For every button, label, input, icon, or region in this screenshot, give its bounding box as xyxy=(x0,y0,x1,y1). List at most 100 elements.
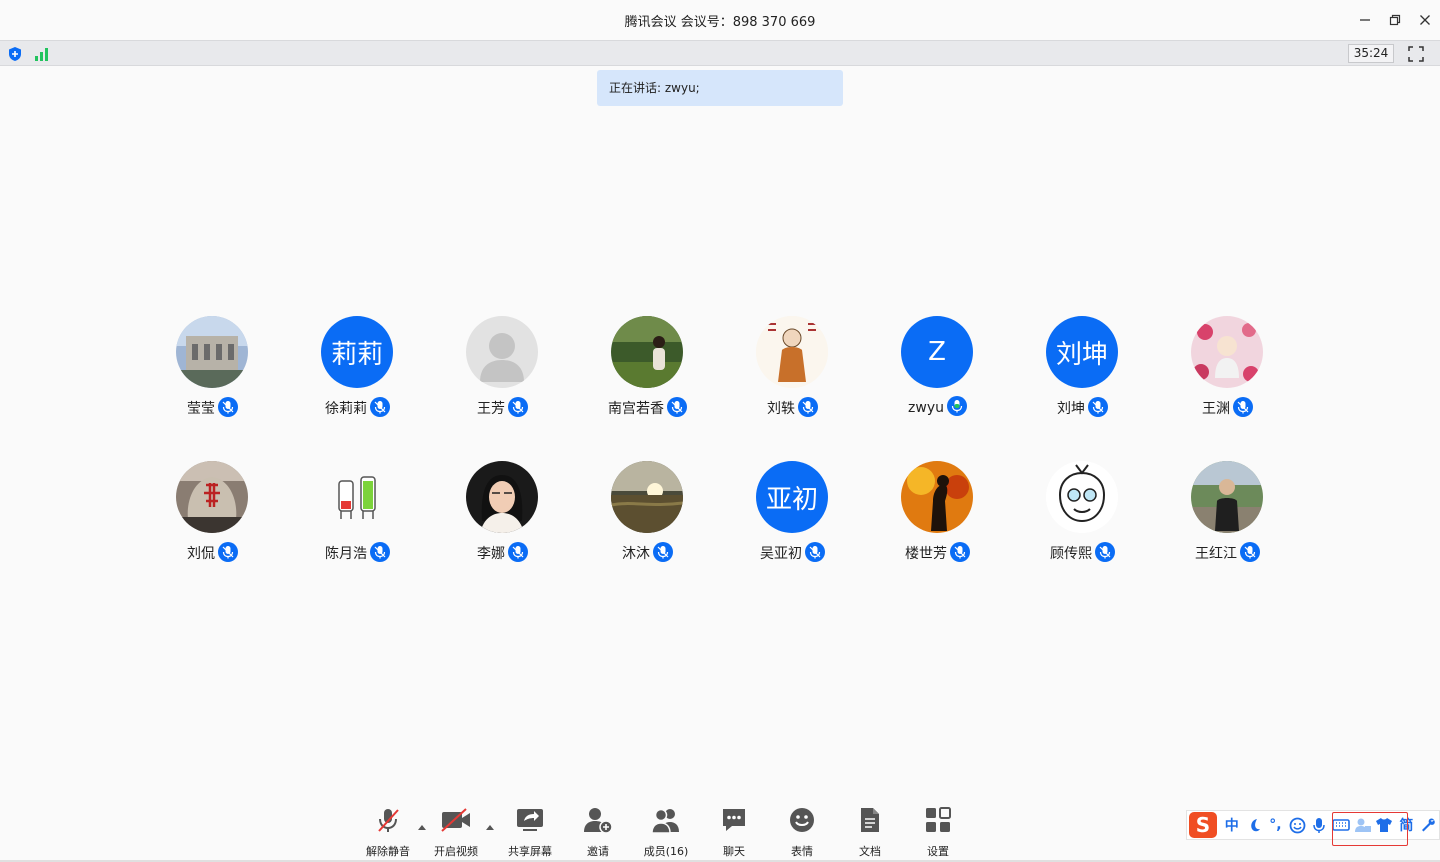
avatar: 莉莉 xyxy=(321,316,393,388)
sogou-logo-icon[interactable]: S xyxy=(1189,812,1217,838)
keyboard-icon[interactable] xyxy=(1330,814,1352,836)
participant-name: 刘坤 xyxy=(1010,397,1155,419)
participant-name: 顾传熙 xyxy=(1010,542,1155,564)
punctuation-toggle[interactable]: °, xyxy=(1264,814,1286,836)
restore-button[interactable] xyxy=(1384,10,1406,30)
docs-label: 文档 xyxy=(859,845,881,858)
participant-tile[interactable]: 南宫若香 xyxy=(575,316,720,426)
avatar xyxy=(176,316,248,388)
participant-tile[interactable]: 陈月浩 xyxy=(285,461,430,571)
participant-tile[interactable]: 沐沐 xyxy=(575,461,720,571)
speaking-label: 正在讲话: zwyu; xyxy=(609,81,700,95)
unmute-button[interactable]: 解除静音 xyxy=(356,804,420,862)
caret-up-icon xyxy=(486,825,494,830)
participant-tile[interactable]: 王芳 xyxy=(430,316,575,426)
window-title: 腾讯会议 会议号：898 370 669 xyxy=(624,15,816,30)
close-button[interactable] xyxy=(1414,10,1436,30)
simplified-chinese-toggle[interactable]: 简 xyxy=(1395,814,1417,836)
fullscreen-icon[interactable] xyxy=(1407,45,1425,63)
mic-muted-icon xyxy=(653,542,673,562)
members-button[interactable]: 成员(16) xyxy=(634,804,698,862)
avatar xyxy=(1046,461,1118,533)
start-video-label: 开启视频 xyxy=(434,845,478,858)
participant-name: 王芳 xyxy=(430,397,575,419)
mic-muted-icon xyxy=(667,397,687,417)
avatar xyxy=(611,461,683,533)
smiley-icon[interactable] xyxy=(1286,814,1308,836)
mic-muted-icon xyxy=(508,542,528,562)
participant-name: 刘侃 xyxy=(140,542,285,564)
participant-tile[interactable]: 刘侃 xyxy=(140,461,285,571)
chat-icon xyxy=(702,804,766,836)
bottom-toolbar: 解除静音 开启视频 共享屏幕 邀请 成员(16) 聊天 表情 文档 设置 xyxy=(360,800,970,862)
participant-name: 南宫若香 xyxy=(575,397,720,419)
title-bar: 腾讯会议 会议号：898 370 669 xyxy=(0,0,1440,40)
participant-name: 刘轶 xyxy=(720,397,865,419)
minimize-button[interactable] xyxy=(1354,10,1376,30)
invite-button[interactable]: 邀请 xyxy=(566,804,630,862)
participant-name: 楼世芳 xyxy=(865,542,1010,564)
mic-muted-icon xyxy=(218,397,238,417)
moon-icon[interactable] xyxy=(1243,814,1265,836)
signal-strength-icon[interactable] xyxy=(33,45,51,63)
participant-tile[interactable]: 顾传熙 xyxy=(1010,461,1155,571)
mic-muted-icon xyxy=(218,542,238,562)
participant-tile[interactable]: 亚初 吴亚初 xyxy=(720,461,865,571)
participant-tile[interactable]: 王渊 xyxy=(1155,316,1300,426)
wrench-icon[interactable] xyxy=(1417,814,1439,836)
avatar xyxy=(1191,316,1263,388)
mic-muted-icon xyxy=(1233,397,1253,417)
participant-tile[interactable]: 楼世芳 xyxy=(865,461,1010,571)
document-icon xyxy=(838,804,902,836)
emoji-button[interactable]: 表情 xyxy=(770,804,834,862)
participant-tile[interactable]: 刘坤 刘坤 xyxy=(1010,316,1155,426)
participant-name: 陈月浩 xyxy=(285,542,430,564)
skin-tshirt-icon[interactable] xyxy=(1374,814,1396,836)
invite-label: 邀请 xyxy=(587,845,609,858)
security-shield-icon[interactable] xyxy=(6,45,24,63)
avatar xyxy=(901,461,973,533)
mic-muted-icon xyxy=(370,542,390,562)
mic-muted-icon xyxy=(798,397,818,417)
participant-tile[interactable]: 李娜 xyxy=(430,461,575,571)
participant-name: 莹莹 xyxy=(140,397,285,419)
share-screen-icon xyxy=(498,804,562,836)
camera-off-icon xyxy=(424,804,488,836)
docs-button[interactable]: 文档 xyxy=(838,804,902,862)
start-video-button[interactable]: 开启视频 xyxy=(424,804,488,862)
participant-name: 徐莉莉 xyxy=(285,397,430,419)
ime-mode-toggle[interactable]: 中 xyxy=(1221,814,1243,836)
meeting-timer: 35:24 xyxy=(1348,44,1394,63)
user-faded-icon[interactable] xyxy=(1352,814,1374,836)
emoji-label: 表情 xyxy=(791,845,813,858)
mic-muted-icon xyxy=(950,542,970,562)
participant-tile[interactable]: 王红江 xyxy=(1155,461,1300,571)
restore-icon xyxy=(1389,14,1401,26)
avatar: 刘坤 xyxy=(1046,316,1118,388)
participant-name: 李娜 xyxy=(430,542,575,564)
avatar xyxy=(756,316,828,388)
grid-settings-icon xyxy=(906,804,970,836)
video-options-caret[interactable] xyxy=(485,818,495,830)
members-label: 成员(16) xyxy=(643,845,689,858)
mic-speaking-icon xyxy=(946,396,967,416)
default-avatar-icon xyxy=(466,316,538,388)
avatar xyxy=(466,461,538,533)
mic-muted-icon xyxy=(508,397,528,417)
participant-name: 王渊 xyxy=(1155,397,1300,419)
participant-tile[interactable]: 刘轶 xyxy=(720,316,865,426)
chat-button[interactable]: 聊天 xyxy=(702,804,766,862)
mic-muted-icon xyxy=(1240,542,1260,562)
participant-tile[interactable]: Z zwyu xyxy=(865,316,1010,426)
mic-muted-icon xyxy=(1095,542,1115,562)
avatar: Z xyxy=(901,316,973,388)
avatar xyxy=(176,461,248,533)
participant-tile[interactable]: 莉莉 徐莉莉 xyxy=(285,316,430,426)
add-user-icon xyxy=(566,804,630,836)
settings-label: 设置 xyxy=(927,845,949,858)
settings-button[interactable]: 设置 xyxy=(906,804,970,862)
participant-tile[interactable]: 莹莹 xyxy=(140,316,285,426)
share-screen-button[interactable]: 共享屏幕 xyxy=(498,804,562,862)
voice-input-icon[interactable] xyxy=(1308,814,1330,836)
close-icon xyxy=(1420,15,1430,25)
